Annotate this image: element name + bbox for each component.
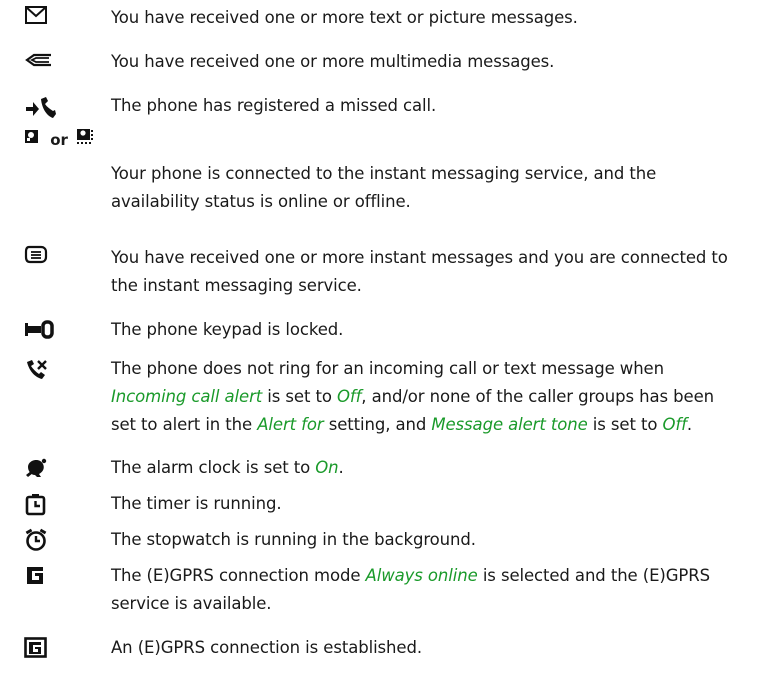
gprs-text-1: The (E)GPRS connection mode bbox=[111, 566, 366, 585]
silent-text-2: is set to bbox=[262, 387, 337, 406]
incoming-call-alert-setting: Incoming call alert bbox=[111, 387, 263, 406]
im-online-icon bbox=[24, 129, 40, 151]
keypad-lock-icon bbox=[24, 319, 64, 343]
entry-text: You have received one or more multimedia… bbox=[111, 52, 555, 71]
status-indicator-list: You have received one or more text or pi… bbox=[0, 0, 761, 681]
entry-text: You have received one or more text or pi… bbox=[111, 8, 578, 27]
im-offline-icon bbox=[76, 128, 94, 152]
entry-text: The (E)GPRS connection mode Always onlin… bbox=[111, 562, 741, 618]
envelope-icon bbox=[24, 4, 64, 28]
alarm-clock-icon bbox=[24, 457, 64, 481]
off-value: Off bbox=[662, 415, 687, 434]
alarm-text-2: . bbox=[338, 458, 344, 477]
silent-text-5: is set to bbox=[587, 415, 663, 434]
on-value: On bbox=[315, 458, 339, 477]
entry-text: The phone keypad is locked. bbox=[111, 320, 344, 339]
silent-text-6: . bbox=[686, 415, 692, 434]
alarm-text-1: The alarm clock is set to bbox=[111, 458, 316, 477]
stopwatch-icon bbox=[24, 528, 64, 552]
multimedia-message-icon bbox=[24, 48, 64, 72]
entry-text: The alarm clock is set to On. bbox=[111, 454, 741, 482]
entry-text: An (E)GPRS connection is established. bbox=[111, 638, 422, 657]
im-status-icons: or bbox=[24, 128, 94, 150]
silent-text-1: The phone does not ring for an incoming … bbox=[111, 359, 664, 378]
entry-text: Your phone is connected to the instant m… bbox=[111, 164, 657, 211]
entry-text: The stopwatch is running in the backgrou… bbox=[111, 530, 476, 549]
entry-text: The phone has registered a missed call. bbox=[111, 96, 437, 115]
missed-call-icon bbox=[24, 96, 64, 120]
silent-mode-icon bbox=[24, 358, 64, 382]
entry-text: The phone does not ring for an incoming … bbox=[111, 355, 741, 439]
instant-message-icon bbox=[24, 244, 64, 268]
timer-icon bbox=[24, 493, 64, 517]
alert-for-setting: Alert for bbox=[257, 415, 324, 434]
off-value: Off bbox=[336, 387, 362, 406]
entry-text: The timer is running. bbox=[111, 494, 282, 513]
always-online-setting: Always online bbox=[365, 566, 478, 585]
gprs-always-online-icon bbox=[24, 566, 64, 590]
gprs-connected-icon bbox=[24, 637, 64, 661]
message-alert-tone-setting: Message alert tone bbox=[431, 415, 588, 434]
or-label: or bbox=[50, 131, 68, 149]
silent-text-4: setting, and bbox=[323, 415, 432, 434]
entry-text: You have received one or more instant me… bbox=[111, 248, 728, 295]
